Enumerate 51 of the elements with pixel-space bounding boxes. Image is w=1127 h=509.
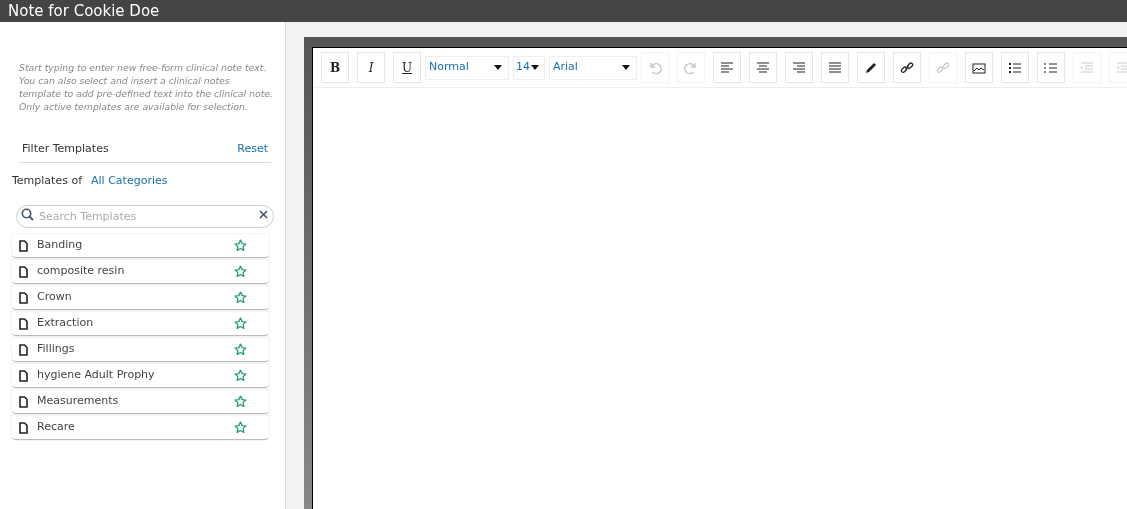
document-icon bbox=[19, 265, 28, 278]
template-item[interactable]: Recare bbox=[12, 416, 269, 440]
dropdown[interactable]: Normal bbox=[425, 55, 509, 80]
image-button[interactable] bbox=[965, 52, 993, 83]
align-center-button[interactable] bbox=[749, 52, 777, 83]
caret-icon bbox=[622, 65, 630, 70]
template-item[interactable]: Fillings bbox=[12, 338, 269, 362]
template-item[interactable]: Extraction bbox=[12, 312, 269, 336]
reset-link[interactable]: Reset bbox=[237, 141, 268, 158]
star-icon[interactable] bbox=[234, 421, 247, 434]
search-icon bbox=[21, 208, 34, 221]
template-item[interactable]: hygiene Adult Prophy bbox=[12, 364, 269, 388]
star-icon[interactable] bbox=[234, 291, 247, 304]
instructions-text: Start typing to enter new free-form clinical note text. You can also select and insert a clinical notes template to add pre-defined text into the clinical note. Only active templates are available for selection. bbox=[19, 61, 274, 113]
document-icon bbox=[19, 369, 28, 382]
dropdown[interactable]: 14 bbox=[513, 55, 545, 80]
clear-icon[interactable] bbox=[259, 210, 268, 219]
template-item[interactable]: Measurements bbox=[12, 390, 269, 414]
underline-button[interactable]: U bbox=[393, 52, 421, 83]
link-button[interactable] bbox=[893, 52, 921, 83]
star-icon[interactable] bbox=[234, 239, 247, 252]
category-link[interactable]: All Categories bbox=[91, 172, 168, 189]
pen-button[interactable] bbox=[857, 52, 885, 83]
document-icon bbox=[19, 395, 28, 408]
filter-heading: Filter Templates bbox=[22, 141, 109, 157]
search-field[interactable]: Search Templates bbox=[16, 205, 274, 228]
star-icon[interactable] bbox=[234, 343, 247, 356]
template-item[interactable]: Crown bbox=[12, 286, 269, 310]
star-icon[interactable] bbox=[234, 317, 247, 330]
bullet-list-button[interactable] bbox=[1001, 52, 1029, 83]
templates-of-label: Templates of bbox=[12, 172, 83, 189]
document-icon bbox=[19, 421, 28, 434]
star-icon[interactable] bbox=[234, 395, 247, 408]
document-icon bbox=[19, 317, 28, 330]
document-icon bbox=[19, 343, 28, 356]
dropdown[interactable]: Arial bbox=[549, 55, 637, 80]
document-icon bbox=[19, 239, 28, 252]
justify-button[interactable] bbox=[821, 52, 849, 83]
star-icon[interactable] bbox=[234, 265, 247, 278]
template-item[interactable]: composite resin bbox=[12, 260, 269, 284]
document-icon bbox=[19, 291, 28, 304]
template-item[interactable]: Banding bbox=[12, 234, 269, 258]
caret-icon bbox=[494, 65, 502, 70]
align-right-button[interactable] bbox=[785, 52, 813, 83]
numbered-list-button[interactable] bbox=[1037, 52, 1065, 83]
caret-icon bbox=[531, 65, 539, 70]
window-title: Note for Cookie Doe bbox=[8, 0, 160, 22]
bold-button[interactable]: B bbox=[321, 52, 349, 83]
star-icon[interactable] bbox=[234, 369, 247, 382]
italic-button[interactable]: I bbox=[357, 52, 385, 83]
align-left-button[interactable] bbox=[713, 52, 741, 83]
